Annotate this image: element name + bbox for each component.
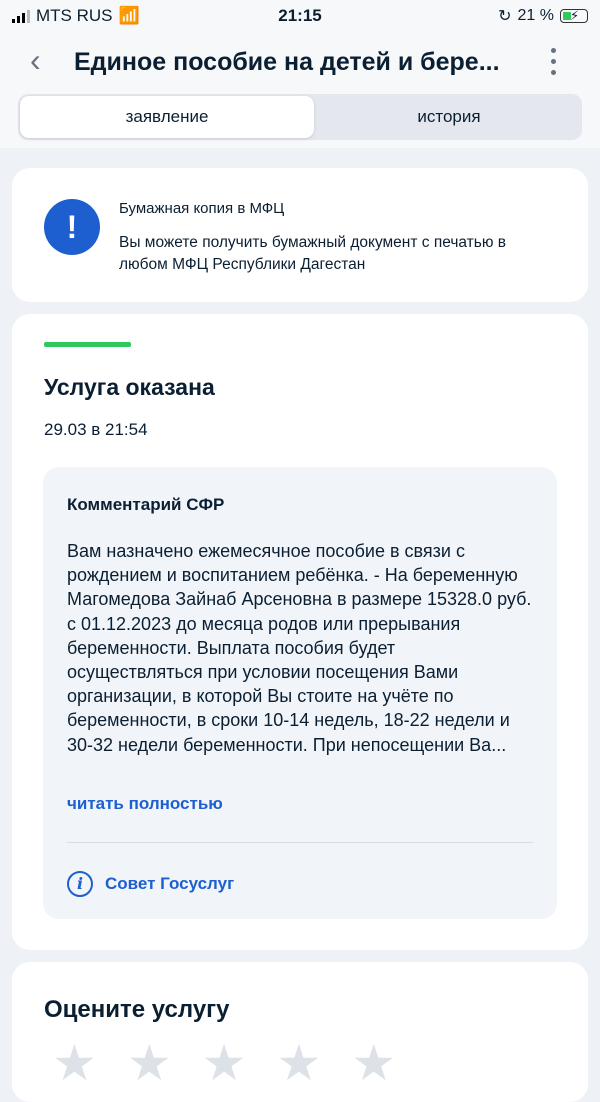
status-title: Услуга оказана bbox=[44, 374, 215, 400]
orientation-lock-icon: ↻ bbox=[498, 8, 512, 25]
notice-card: ! Бумажная копия в МФЦ Вы можете получит… bbox=[12, 168, 588, 302]
service-status-card: Услуга оказана 29.03 в 21:54 Комментарий… bbox=[12, 314, 588, 950]
divider bbox=[67, 842, 533, 843]
info-icon: i bbox=[67, 871, 93, 897]
status-bar: MTS RUS 📶 21:15 ↻ 21 % ⚡ bbox=[0, 0, 600, 34]
segmented-control: заявление история bbox=[18, 94, 582, 140]
notice-title: Бумажная копия в МФЦ bbox=[119, 200, 285, 217]
star-icon[interactable]: ★ bbox=[202, 1038, 247, 1088]
more-menu-icon[interactable] bbox=[548, 48, 558, 75]
comment-box: Комментарий СФР Вам назначено ежемесячно… bbox=[43, 467, 557, 919]
advice-link[interactable]: i Совет Госуслуг bbox=[67, 869, 234, 899]
tab-application[interactable]: заявление bbox=[20, 96, 314, 138]
rating-title: Оцените услугу bbox=[44, 996, 230, 1023]
tabs-container: заявление история bbox=[0, 92, 600, 148]
exclamation-icon: ! bbox=[44, 199, 100, 255]
status-date: 29.03 в 21:54 bbox=[44, 420, 148, 439]
rating-card: Оцените услугу ★ ★ ★ ★ ★ bbox=[12, 962, 588, 1102]
battery-icon: ⚡ bbox=[560, 8, 588, 23]
notice-text: Вы можете получить бумажный документ с п… bbox=[119, 234, 507, 273]
tab-history[interactable]: история bbox=[318, 96, 580, 138]
comment-title: Комментарий СФР bbox=[67, 495, 225, 514]
status-bar-right: ↻ 21 % ⚡ bbox=[498, 6, 588, 26]
star-icon[interactable]: ★ bbox=[127, 1038, 172, 1088]
page-title: Единое пособие на детей и бере... bbox=[74, 48, 500, 76]
rating-stars: ★ ★ ★ ★ ★ bbox=[52, 1038, 396, 1088]
star-icon[interactable]: ★ bbox=[351, 1038, 396, 1088]
star-icon[interactable]: ★ bbox=[52, 1038, 97, 1088]
comment-text: Вам назначено ежемесячное пособие в связ… bbox=[67, 541, 532, 755]
star-icon[interactable]: ★ bbox=[276, 1038, 321, 1088]
status-indicator bbox=[44, 342, 131, 347]
battery-percent: 21 % bbox=[517, 7, 554, 24]
advice-label: Совет Госуслуг bbox=[105, 874, 235, 893]
app-header: ‹ Единое пособие на детей и бере... bbox=[0, 34, 600, 92]
read-more-link[interactable]: читать полностью bbox=[67, 794, 223, 814]
back-arrow-icon[interactable]: ‹ bbox=[30, 44, 41, 76]
